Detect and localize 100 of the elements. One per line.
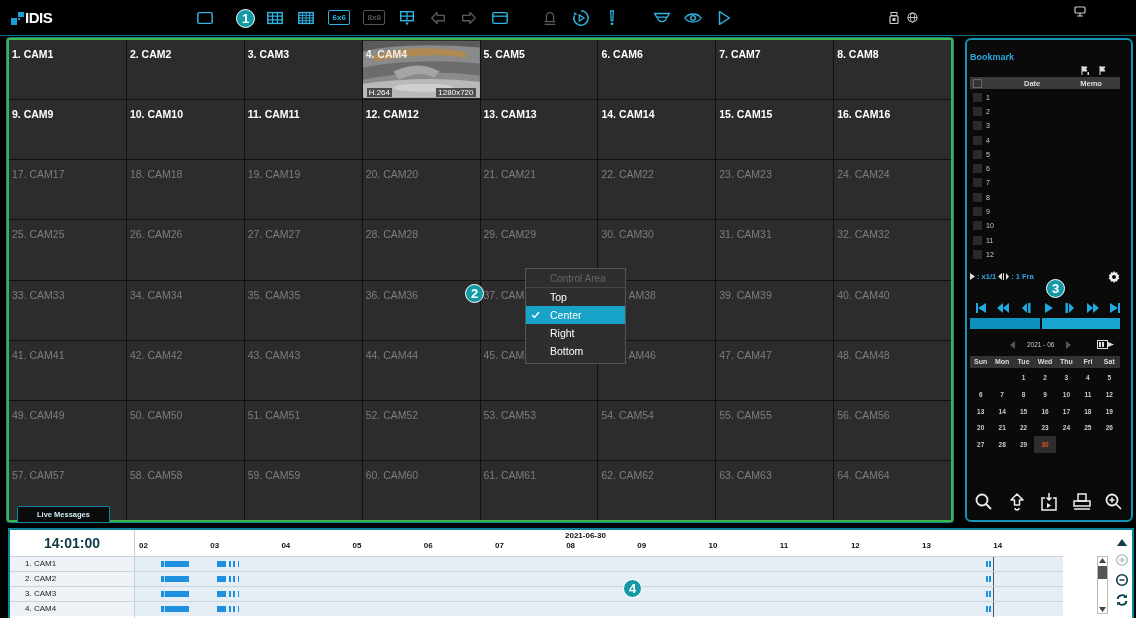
camera-label[interactable]: 62. CAM62 — [601, 468, 654, 481]
scroll-down-icon[interactable] — [1098, 606, 1107, 613]
flag-icon[interactable] — [1081, 66, 1090, 75]
checkbox[interactable] — [973, 221, 982, 231]
camera-label[interactable]: 35. CAM35 — [247, 288, 301, 301]
checkbox[interactable] — [973, 164, 982, 174]
camera-label[interactable]: 29. CAM29 — [483, 228, 537, 241]
previous-icon[interactable] — [1010, 340, 1015, 349]
camera-label[interactable]: 31. CAM31 — [719, 228, 772, 241]
checkbox[interactable] — [973, 135, 982, 145]
camera-label[interactable]: 23. CAM23 — [719, 168, 772, 181]
menu-item[interactable]: Top — [526, 288, 625, 306]
checkbox[interactable] — [973, 249, 982, 259]
camera-label[interactable]: 42. CAM42 — [129, 348, 183, 361]
camera-label[interactable]: 32. CAM32 — [837, 228, 890, 241]
export-video-icon[interactable] — [1039, 492, 1059, 512]
camera-label[interactable]: 22. CAM22 — [601, 168, 654, 181]
camera-label[interactable]: 18. CAM18 — [129, 168, 183, 181]
camera-label[interactable]: 8. CAM8 — [837, 48, 879, 60]
zoom-in-icon[interactable] — [1104, 492, 1124, 512]
camera-label[interactable]: 17. CAM17 — [12, 168, 65, 181]
camera-label[interactable]: 36. CAM36 — [365, 288, 419, 301]
camera-label[interactable]: 37. CAM — [483, 288, 525, 301]
collapse-icon[interactable] — [1116, 538, 1128, 547]
globe-icon[interactable] — [907, 12, 918, 23]
camera-label[interactable]: 27. CAM27 — [247, 228, 301, 241]
menu-item[interactable]: Right — [526, 324, 625, 342]
camera-label[interactable]: 54. CAM54 — [601, 408, 654, 421]
layout-button[interactable]: 6x6 — [328, 10, 351, 25]
camera-label[interactable]: 1. CAM1 — [12, 48, 54, 60]
camera-label[interactable]: 40. CAM40 — [837, 288, 890, 301]
camera-label[interactable]: 21. CAM21 — [483, 168, 537, 181]
camera-label[interactable]: 45. CAM — [483, 348, 525, 361]
camera-label[interactable]: 19. CAM19 — [247, 168, 301, 181]
camera-label[interactable]: 43. CAM43 — [247, 348, 301, 361]
camera-label[interactable]: 28. CAM28 — [365, 228, 419, 241]
scroll-thumb[interactable] — [1098, 566, 1107, 579]
camera-label[interactable]: 63. CAM63 — [719, 468, 772, 481]
camera-label[interactable]: 20. CAM20 — [365, 168, 419, 181]
checkbox[interactable] — [973, 192, 982, 202]
camera-label[interactable]: 53. CAM53 — [483, 408, 537, 421]
camera-label[interactable]: 55. CAM55 — [719, 408, 772, 421]
search-icon[interactable] — [974, 492, 994, 512]
play-icon[interactable] — [1042, 301, 1054, 314]
checkbox[interactable] — [973, 121, 982, 131]
checkbox[interactable] — [973, 106, 982, 116]
export-icon[interactable] — [1097, 340, 1115, 350]
scroll-up-icon[interactable] — [1098, 557, 1107, 564]
camera-label[interactable]: 60. CAM60 — [365, 468, 419, 481]
monitor-icon[interactable] — [1074, 6, 1086, 17]
flag-icon[interactable] — [1099, 66, 1108, 75]
camera-label[interactable]: 13. CAM13 — [483, 108, 537, 121]
skip-end-icon[interactable] — [1108, 301, 1121, 314]
camera-label[interactable]: 2. CAM2 — [129, 48, 172, 60]
camera-label[interactable]: 58. CAM58 — [129, 468, 183, 481]
next-icon[interactable] — [1066, 340, 1072, 349]
menu-item[interactable]: Bottom — [526, 342, 625, 360]
camera-label[interactable]: 30. CAM30 — [601, 228, 654, 241]
camera-label[interactable]: 61. CAM61 — [483, 468, 537, 481]
camera-label[interactable]: 26. CAM26 — [129, 228, 183, 241]
usb-icon[interactable] — [889, 11, 899, 24]
custom-layout-icon[interactable] — [398, 8, 417, 27]
camera-label[interactable]: 56. CAM56 — [837, 408, 890, 421]
camera-label[interactable]: 12. CAM12 — [365, 108, 419, 121]
rewind-icon[interactable] — [997, 301, 1010, 314]
camera-label[interactable]: 6. CAM6 — [601, 48, 643, 60]
camera-label[interactable]: 57. CAM57 — [12, 468, 65, 481]
menu-item[interactable]: Center — [526, 306, 625, 324]
scrollbar[interactable] — [1097, 556, 1108, 614]
checkbox[interactable] — [973, 149, 982, 159]
settings-icon[interactable] — [1108, 270, 1120, 283]
checkbox[interactable] — [973, 78, 982, 88]
camera-label[interactable]: 24. CAM24 — [837, 168, 890, 181]
checkbox[interactable] — [973, 235, 982, 245]
camera-label[interactable]: 41. CAM41 — [12, 348, 65, 361]
camera-label[interactable]: 9. CAM9 — [12, 108, 54, 121]
camera-label[interactable]: 14. CAM14 — [601, 108, 655, 121]
camera-label[interactable]: 50. CAM50 — [129, 408, 183, 421]
camera-label[interactable]: 10. CAM10 — [129, 108, 183, 121]
camera-label[interactable]: 33. CAM33 — [12, 288, 65, 301]
seek-bar[interactable] — [970, 317, 1120, 329]
camera-label[interactable]: 64. CAM64 — [837, 468, 890, 481]
camera-label[interactable]: 25. CAM25 — [12, 228, 65, 241]
camera-label[interactable]: 34. CAM34 — [129, 288, 183, 301]
fast-forward-icon[interactable] — [1086, 301, 1099, 314]
skip-start-icon[interactable] — [975, 301, 987, 314]
playback-icon[interactable] — [572, 8, 591, 27]
camera-label[interactable]: 59. CAM59 — [247, 468, 301, 481]
camera-label[interactable]: 4. CAM4 — [365, 48, 408, 60]
camera-label[interactable]: 15. CAM15 — [719, 108, 773, 121]
checkbox[interactable] — [973, 207, 982, 216]
checkbox[interactable] — [973, 92, 982, 102]
camera-label[interactable]: 52. CAM52 — [365, 408, 419, 421]
camera-label[interactable]: 39. CAM39 — [719, 288, 772, 301]
checkbox[interactable] — [973, 178, 982, 188]
refresh-icon[interactable] — [1115, 593, 1129, 607]
camera-label[interactable]: 47. CAM47 — [719, 348, 772, 361]
zoom-out-icon[interactable] — [1115, 573, 1129, 587]
camera-label[interactable]: 44. CAM44 — [365, 348, 419, 361]
camera-label[interactable]: 51. CAM51 — [247, 408, 301, 421]
